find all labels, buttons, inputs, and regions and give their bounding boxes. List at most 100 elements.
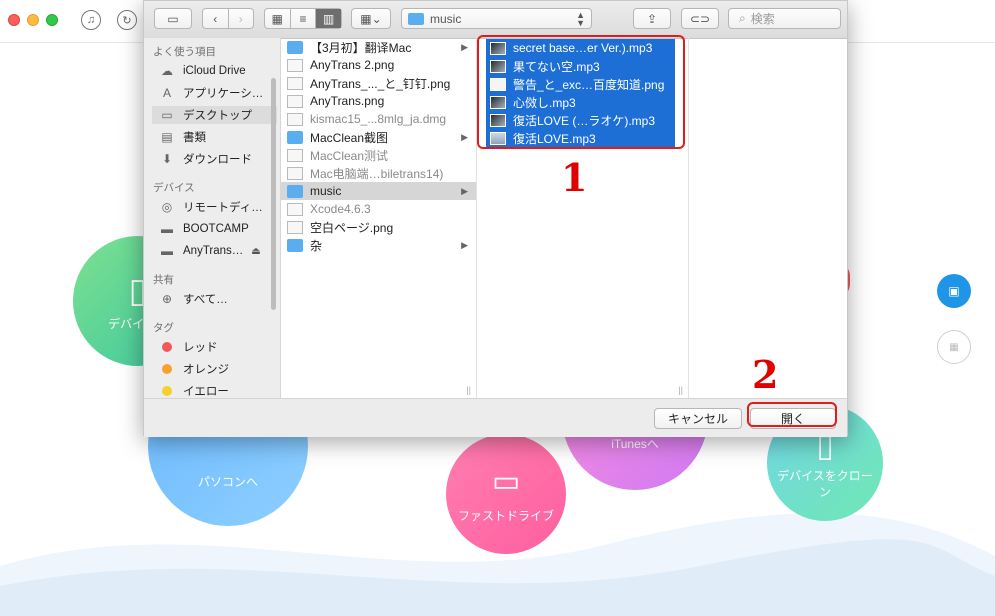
sidebar-item-label: デスクトップ [183,110,252,122]
sidebar-item-label: イエロー [183,386,229,398]
folder-icon [408,12,424,25]
top-divider-right [848,42,995,43]
item-label: 空白ページ.png [310,220,394,235]
sidebar-item-downloads[interactable]: ⬇ ダウンロード [159,150,252,168]
column-resize-handle[interactable]: || [678,385,683,395]
sidebar-item-label: iCloud Drive [183,65,246,77]
item-label: MacClean截图 [310,130,389,145]
list-item[interactable]: AnyTrans.png [281,92,476,110]
item-label: Mac电脑端…biletrans14) [310,166,444,181]
step-2-label: 2 [752,352,779,397]
item-label: 杂 [310,238,323,253]
list-item[interactable]: 杂 ▶ [281,236,476,254]
minimize-window-button[interactable] [27,14,39,26]
dialog-toolbar: ▭ ‹ › ▦ ≡ ▥ ▦⌄ music ▲ ▼ ⇪ ⊂⊃ ⌕ 検索 [144,1,847,39]
arrange-button[interactable]: ▦⌄ [351,8,391,29]
folder-icon [287,184,303,198]
sidebar-item-icloud[interactable]: ☁ iCloud Drive [159,62,246,80]
chevron-right-icon: ▶ [461,239,468,250]
sidebar-item-desktop[interactable]: ▭ デスクトップ [152,106,277,124]
zoom-window-button[interactable] [46,14,58,26]
sidebar-item-label: BOOTCAMP [183,223,249,235]
sidebar-item-applications[interactable]: A アプリケーシ… [159,84,263,102]
toolbox-button[interactable]: ▣ [937,274,971,308]
sidebar-item-all-shared[interactable]: ⊕ すべて… [159,290,228,308]
itunes-icon[interactable]: ♫ [81,10,101,30]
list-item[interactable]: MacClean截图 ▶ [281,128,476,146]
sidebar-item-bootcamp[interactable]: ▬ BOOTCAMP [159,220,249,238]
list-item[interactable]: AnyTrans_..._と_钉钉.png [281,74,476,92]
disk-icon: ▬ [161,222,173,236]
item-label: AnyTrans.png [310,94,385,108]
cloud-icon: ☁ [161,64,173,78]
sidebar-item-tag-orange[interactable]: オレンジ [159,360,229,378]
sidebar-item-remote-disc[interactable]: ◎ リモートディ… [159,198,263,216]
sidebar-item-label: すべて… [183,294,228,306]
cancel-button[interactable]: キャンセル [654,408,742,429]
file-icon [287,94,303,108]
back-button[interactable]: ‹ [203,9,229,28]
file-icon [287,220,303,234]
sidebar-scrollbar[interactable] [271,78,276,310]
sidebar-item-tag-red[interactable]: レッド [159,338,218,356]
list-item-selected[interactable]: music ▶ [281,182,476,200]
briefcase-icon: ▣ [948,284,960,298]
eject-icon[interactable]: ⏏ [251,246,260,257]
item-label: AnyTrans 2.png [310,58,395,72]
sidebar-item-label: オレンジ [183,364,229,376]
columns-icon: ▥ [323,11,335,26]
forward-button[interactable]: › [229,9,254,28]
devices-header: デバイス [153,182,195,194]
icon-view-button[interactable]: ▦ [265,9,291,28]
list-item[interactable]: Mac电脑端…biletrans14) [281,164,476,182]
column-resize-handle[interactable]: || [466,385,471,395]
tag-button[interactable]: ⊂⊃ [681,8,719,29]
list-item[interactable]: 【3月初】翻译Mac ▶ [281,38,476,56]
sidebar-item-tag-yellow[interactable]: イエロー [159,382,229,398]
chevron-right-icon: ▶ [461,185,468,196]
app-icon [287,202,303,216]
sidebar-item-documents[interactable]: ▤ 書類 [159,128,206,146]
list-item[interactable]: MacClean测试 [281,146,476,164]
path-popup[interactable]: music ▲ ▼ [401,8,592,29]
search-placeholder: 検索 [750,12,775,26]
icon-grid-icon: ▦ [271,11,283,26]
column-view-button[interactable]: ▥ [316,9,342,28]
share-button[interactable]: ⇪ [633,8,671,29]
tag-icon: ⊂⊃ [689,11,711,26]
pc-circle-label: パソコンへ [197,474,258,489]
list-item[interactable]: 空白ページ.png [281,218,476,236]
fast-drive-circle-label: ファストドライブ [457,509,554,523]
selection-highlight-box [477,35,685,149]
list-item[interactable]: Xcode4.6.3 [281,200,476,218]
sidebar-item-anytrans[interactable]: ▬ AnyTrans… ⏏ [159,242,261,260]
list-item[interactable]: AnyTrans 2.png [281,56,476,74]
network-icon: ⊕ [161,292,173,306]
itunes-circle-label: iTunesへ [611,436,659,451]
applications-icon: A [162,86,171,100]
disk-icon: ▬ [161,244,173,258]
file-icon [287,112,303,126]
usb-drive-icon: ▭ [491,465,521,498]
folder-icon [287,130,303,144]
close-window-button[interactable] [8,14,20,26]
nav-buttons: ‹ › [202,8,254,29]
step-1-label: 1 [561,155,588,200]
refresh-icon[interactable]: ↻ [117,10,137,30]
grid-button[interactable]: ▦ [937,330,971,364]
file-icon [287,76,303,90]
list-view-button[interactable]: ≡ [291,9,317,28]
chevron-right-icon: ▶ [461,41,468,52]
item-label: AnyTrans_..._と_钉钉.png [310,76,451,91]
search-icon: ⌕ [739,11,746,25]
file-icon [287,58,303,72]
red-tag-icon [162,342,172,352]
list-item[interactable]: kismac15_...8mlg_ja.dmg [281,110,476,128]
sidebar-toggle-button[interactable]: ▭ [154,8,192,29]
clone-circle-label: デバイスをクローン [777,469,873,499]
fast-drive-circle[interactable]: ▭ ファストドライブ [446,434,566,554]
item-label: kismac15_...8mlg_ja.dmg [310,112,447,126]
search-field[interactable]: ⌕ 検索 [728,8,841,29]
sidebar-item-label: ダウンロード [183,154,252,166]
list-icon: ≡ [299,11,307,26]
